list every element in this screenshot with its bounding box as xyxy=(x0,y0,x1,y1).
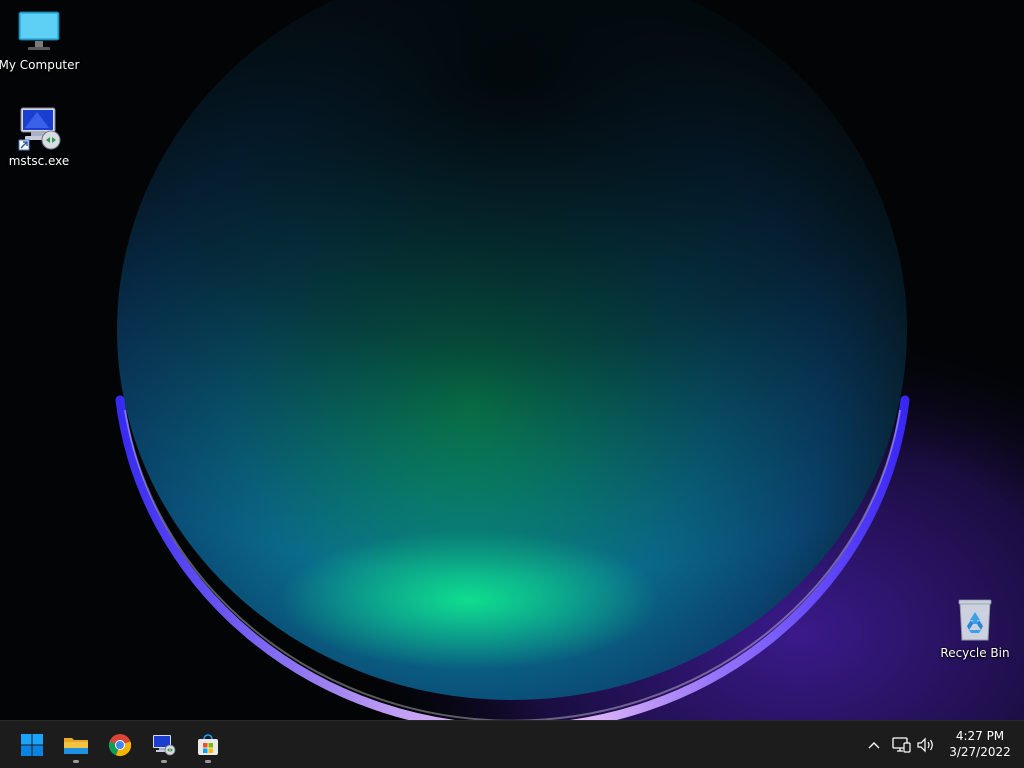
taskbar-remote-desktop-button[interactable] xyxy=(144,726,184,764)
remote-desktop-icon xyxy=(153,735,176,756)
monitor-icon xyxy=(18,11,60,50)
tray-overflow-button[interactable] xyxy=(862,733,886,757)
volume-icon xyxy=(917,737,933,753)
windows-start-icon xyxy=(21,734,43,756)
taskbar-store-button[interactable] xyxy=(188,726,228,764)
store-icon xyxy=(198,734,218,755)
clock-date: 3/27/2022 xyxy=(949,745,1011,759)
desktop-icon-label: My Computer xyxy=(0,58,80,72)
remote-desktop-icon xyxy=(18,107,61,151)
taskbar: 4:27 PM 3/27/2022 xyxy=(0,720,1024,768)
chevron-up-icon xyxy=(868,742,880,749)
desktop-icon-mstsc[interactable]: mstsc.exe xyxy=(0,104,81,168)
tray-volume-button[interactable] xyxy=(914,733,938,757)
desktop-icon-label: Recycle Bin xyxy=(940,646,1010,660)
wallpaper xyxy=(0,0,1024,720)
running-indicator xyxy=(73,760,79,763)
taskbar-file-explorer-button[interactable] xyxy=(56,726,96,764)
folder-icon xyxy=(64,738,88,754)
desktop-icon-label: mstsc.exe xyxy=(8,154,70,168)
desktop-icon-recycle-bin[interactable]: Recycle Bin xyxy=(933,596,1017,660)
desktop-icon-my-computer[interactable]: My Computer xyxy=(0,8,81,72)
taskbar-clock[interactable]: 4:27 PM 3/27/2022 xyxy=(940,728,1020,760)
start-button[interactable] xyxy=(12,726,52,764)
desktop[interactable]: My Computer mstsc.exe Recycle Bin 4:27 P… xyxy=(0,0,1024,768)
chrome-icon xyxy=(108,734,132,757)
network-icon xyxy=(892,737,911,753)
recycle-bin-icon xyxy=(958,599,992,641)
running-indicator xyxy=(205,760,211,763)
taskbar-chrome-button[interactable] xyxy=(100,726,140,764)
tray-network-button[interactable] xyxy=(889,733,913,757)
clock-time: 4:27 PM xyxy=(955,729,1005,743)
running-indicator xyxy=(161,760,167,763)
